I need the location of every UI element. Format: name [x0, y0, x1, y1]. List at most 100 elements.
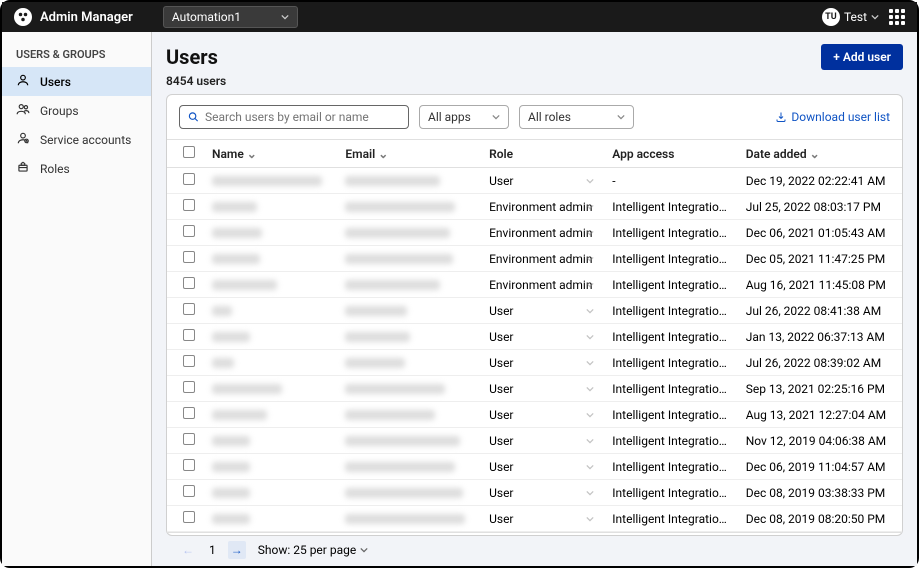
sidebar-item-groups[interactable]: Groups	[2, 96, 151, 125]
col-name[interactable]: Name⌄	[204, 140, 337, 168]
table-row[interactable]: UserIntelligent Integration Platfo...Dec…	[167, 480, 902, 506]
access-cell: Intelligent Integration Platfo...	[604, 246, 737, 272]
row-checkbox[interactable]	[183, 459, 195, 471]
row-checkbox[interactable]	[183, 381, 195, 393]
apps-grid-icon[interactable]	[889, 9, 905, 25]
download-link[interactable]: Download user list	[775, 110, 890, 124]
email-redacted	[345, 254, 453, 264]
access-cell: Intelligent Integration Platfo...	[604, 298, 737, 324]
role-cell[interactable]: User	[481, 324, 604, 350]
role-cell[interactable]: User	[481, 428, 604, 454]
access-cell: Intelligent Integration Platfo...	[604, 324, 737, 350]
chevron-down-icon	[871, 13, 879, 21]
search-input[interactable]	[205, 110, 400, 124]
role-cell[interactable]: User	[481, 168, 604, 194]
chevron-down-icon	[586, 359, 594, 367]
row-checkbox[interactable]	[183, 199, 195, 211]
name-redacted	[212, 306, 232, 316]
table-row[interactable]: Environment adminIntelligent Integration…	[167, 272, 902, 298]
table-row[interactable]: UserIntelligent Integration Platfo...Aug…	[167, 402, 902, 428]
role-cell[interactable]: User	[481, 350, 604, 376]
access-cell: Intelligent Integration Platfo...	[604, 272, 737, 298]
role-cell[interactable]: User	[481, 506, 604, 532]
col-role[interactable]: Role	[481, 140, 604, 168]
role-cell[interactable]: Environment admin	[481, 194, 604, 220]
col-access[interactable]: App access	[604, 140, 737, 168]
filter-apps[interactable]: All apps	[419, 105, 509, 129]
chevron-down-icon	[281, 13, 289, 21]
table-row[interactable]: UserIntelligent Integration Platfo...Dec…	[167, 506, 902, 532]
name-redacted	[212, 462, 250, 472]
table-row[interactable]: UserIntelligent Integration Platfo...Jan…	[167, 324, 902, 350]
access-cell: Intelligent Integration Platfo...	[604, 402, 737, 428]
avatar: TU	[822, 8, 840, 26]
row-checkbox[interactable]	[183, 485, 195, 497]
sidebar-label: Users	[40, 75, 71, 89]
col-email[interactable]: Email⌄	[337, 140, 481, 168]
role-cell[interactable]: User	[481, 298, 604, 324]
table-row[interactable]: UserIntelligent Integration Platfo...Jul…	[167, 350, 902, 376]
row-checkbox[interactable]	[183, 433, 195, 445]
email-redacted	[345, 358, 405, 368]
sidebar-item-users[interactable]: Users	[2, 67, 151, 96]
email-redacted	[345, 202, 455, 212]
name-redacted	[212, 358, 234, 368]
row-checkbox[interactable]	[183, 251, 195, 263]
date-cell: Dec 05, 2021 11:47:25 PM	[738, 246, 902, 272]
date-cell: Dec 19, 2022 02:22:41 AM	[738, 168, 902, 194]
users-panel: All apps All roles Download user list Na…	[166, 94, 903, 536]
row-checkbox[interactable]	[183, 511, 195, 523]
pagination: ← 1 → Show: 25 per page	[167, 532, 902, 566]
row-checkbox[interactable]	[183, 355, 195, 367]
row-checkbox[interactable]	[183, 303, 195, 315]
table-row[interactable]: Environment adminIntelligent Integration…	[167, 194, 902, 220]
row-checkbox[interactable]	[183, 329, 195, 341]
sidebar-item-service-accounts[interactable]: Service accounts	[2, 125, 151, 154]
sidebar-icon	[16, 102, 30, 119]
org-selector[interactable]: Automation1	[163, 6, 298, 28]
email-redacted	[345, 306, 407, 316]
col-date[interactable]: Date added⌄	[738, 140, 902, 168]
search-box[interactable]	[179, 105, 409, 129]
role-cell[interactable]: User	[481, 376, 604, 402]
brand[interactable]: Admin Manager	[14, 8, 133, 26]
table-row[interactable]: Environment adminIntelligent Integration…	[167, 220, 902, 246]
row-checkbox[interactable]	[183, 225, 195, 237]
table-row[interactable]: UserIntelligent Integration Platfo...Nov…	[167, 428, 902, 454]
table-row[interactable]: Environment adminIntelligent Integration…	[167, 246, 902, 272]
name-redacted	[212, 176, 322, 186]
prev-page-button[interactable]: ←	[179, 541, 197, 559]
per-page-selector[interactable]: Show: 25 per page	[258, 543, 368, 557]
sidebar-label: Service accounts	[40, 133, 131, 147]
access-cell: Intelligent Integration Platfo...	[604, 194, 737, 220]
role-cell[interactable]: Environment admin	[481, 220, 604, 246]
select-all-checkbox[interactable]	[183, 146, 195, 158]
add-user-button[interactable]: + Add user	[821, 44, 903, 70]
role-cell[interactable]: User	[481, 402, 604, 428]
table-row[interactable]: UserIntelligent Integration Platfo...Jul…	[167, 298, 902, 324]
role-cell[interactable]: Environment admin	[481, 272, 604, 298]
table-row[interactable]: UserIntelligent Integration Platfo...Sep…	[167, 376, 902, 402]
row-checkbox[interactable]	[183, 277, 195, 289]
chevron-down-icon	[586, 463, 594, 471]
filter-roles[interactable]: All roles	[519, 105, 634, 129]
sidebar-item-roles[interactable]: Roles	[2, 154, 151, 183]
next-page-button[interactable]: →	[228, 541, 246, 559]
chevron-down-icon	[586, 515, 594, 523]
role-cell[interactable]: Environment admin	[481, 246, 604, 272]
chevron-down-icon	[617, 113, 625, 121]
role-cell[interactable]: User	[481, 480, 604, 506]
role-cell[interactable]: User	[481, 454, 604, 480]
table-row[interactable]: UserIntelligent Integration Platfo...Dec…	[167, 454, 902, 480]
access-cell: Intelligent Integration Platfo...	[604, 428, 737, 454]
access-cell: -	[604, 168, 737, 194]
row-checkbox[interactable]	[183, 407, 195, 419]
row-checkbox[interactable]	[183, 173, 195, 185]
table-row[interactable]: User-Dec 19, 2022 02:22:41 AM	[167, 168, 902, 194]
chevron-down-icon	[586, 333, 594, 341]
access-cell: Intelligent Integration Platfo...	[604, 506, 737, 532]
name-redacted	[212, 280, 277, 290]
user-menu[interactable]: TU Test	[822, 8, 879, 26]
access-cell: Intelligent Integration Platfo...	[604, 480, 737, 506]
date-cell: Dec 06, 2019 11:04:57 AM	[738, 454, 902, 480]
